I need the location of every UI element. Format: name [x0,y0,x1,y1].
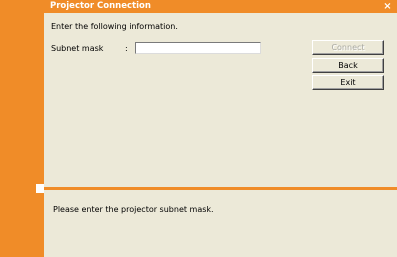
message-pane: Please enter the projector subnet mask. [44,190,397,257]
connect-button[interactable]: Connect [312,40,384,55]
back-button[interactable]: Back [312,58,384,73]
main-content: Enter the following information. Subnet … [44,13,397,187]
left-accent-bar [0,0,44,257]
window-title: Projector Connection [50,1,151,11]
subnet-mask-label: Subnet mask [51,44,104,53]
title-bar[interactable]: Projector Connection × [44,0,397,13]
projector-connection-window: Projector Connection × Enter the followi… [0,0,397,257]
subnet-mask-input[interactable] [135,42,261,54]
left-bar-notch [36,184,44,193]
close-icon[interactable]: × [382,1,393,12]
subnet-mask-colon: : [125,44,128,53]
exit-button[interactable]: Exit [312,75,384,90]
status-message: Please enter the projector subnet mask. [53,205,214,214]
instruction-text: Enter the following information. [51,22,178,31]
